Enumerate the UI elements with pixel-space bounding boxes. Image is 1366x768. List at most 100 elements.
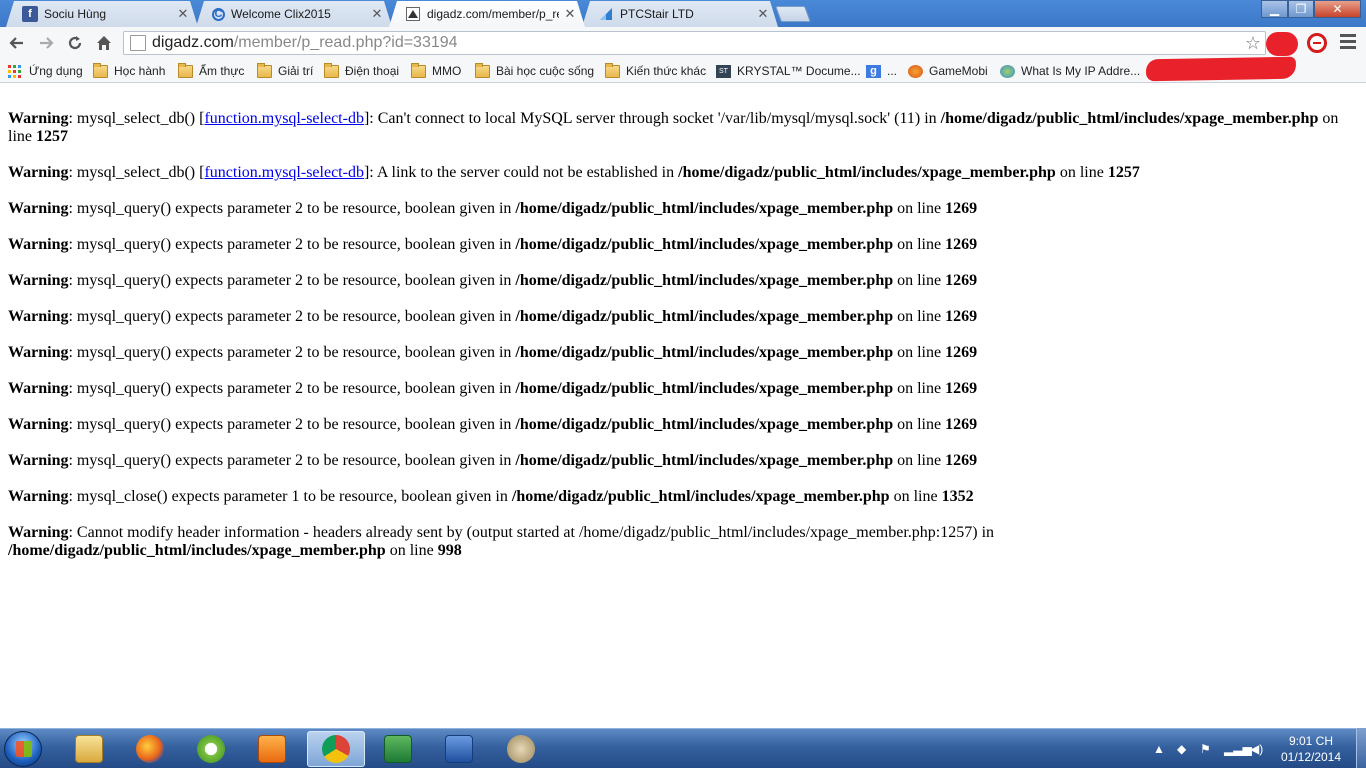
bookmark-gamemobi[interactable]: GameMobi bbox=[908, 62, 988, 80]
warning-line-number: 1269 bbox=[945, 344, 978, 361]
warning-line-number: 1269 bbox=[945, 380, 978, 397]
taskbar-chrome[interactable] bbox=[307, 731, 365, 767]
bookmark-folder-am-thuc[interactable]: Ẩm thực bbox=[178, 62, 244, 80]
bookmark-folder-mmo[interactable]: MMO bbox=[411, 62, 461, 80]
warning-file-path: /home/digadz/public_html/includes/xpage_… bbox=[515, 344, 894, 361]
php-warning: Warning: mysql_close() expects parameter… bbox=[8, 488, 1358, 506]
forward-button[interactable] bbox=[35, 32, 57, 54]
network-signal-icon[interactable]: ▂▃▅ bbox=[1224, 742, 1252, 756]
page-content: Warning: mysql_select_db() [function.mys… bbox=[8, 110, 1358, 578]
tab-sociu-hung[interactable]: f Sociu Hùng ✕ bbox=[6, 1, 198, 27]
start-button[interactable] bbox=[4, 731, 42, 767]
warning-label: Warning bbox=[8, 164, 69, 181]
taskbar-excel[interactable] bbox=[369, 731, 427, 767]
warning-line-number: 1269 bbox=[945, 452, 978, 469]
warning-message: : mysql_close() expects parameter 1 to b… bbox=[68, 488, 512, 505]
bookmark-folder-kien-thuc-khac[interactable]: Kiến thức khác bbox=[605, 62, 706, 80]
close-window-button[interactable]: ✕ bbox=[1314, 0, 1361, 18]
tab-close-icon[interactable]: ✕ bbox=[176, 6, 190, 22]
bookmark-krystal[interactable]: ST KRYSTAL™ Docume... bbox=[716, 62, 861, 80]
action-center-flag-icon[interactable]: ⚑ bbox=[1200, 742, 1211, 756]
warning-on-line: on line bbox=[893, 200, 946, 217]
function-doc-link[interactable]: function.mysql-select-db bbox=[204, 110, 364, 127]
volume-icon[interactable]: ◀) bbox=[1250, 742, 1263, 756]
folder-icon bbox=[475, 62, 490, 78]
taskbar-clock[interactable]: 9:01 CH 01/12/2014 bbox=[1278, 733, 1344, 765]
file-explorer-icon bbox=[75, 735, 103, 763]
taskbar-app[interactable] bbox=[492, 731, 550, 767]
coccoc-icon bbox=[197, 735, 225, 763]
bookmark-label: Kiến thức khác bbox=[626, 64, 707, 78]
taskbar-media-player[interactable] bbox=[243, 731, 301, 767]
warning-on-line: on line bbox=[889, 488, 942, 505]
back-button[interactable] bbox=[6, 32, 28, 54]
bookmark-apps[interactable]: Ứng dụng bbox=[8, 62, 83, 80]
tab-close-icon[interactable]: ✕ bbox=[756, 6, 770, 22]
folder-icon bbox=[411, 62, 426, 78]
redacted-extension-icon[interactable] bbox=[1266, 32, 1298, 56]
maximize-button[interactable]: ❐ bbox=[1288, 0, 1314, 18]
warning-label: Warning bbox=[8, 344, 69, 361]
bookmark-what-is-my-ip[interactable]: What Is My IP Addre... bbox=[1000, 62, 1140, 80]
bookmark-folder-giai-tri[interactable]: Giải trí bbox=[257, 62, 313, 80]
reload-button[interactable] bbox=[64, 32, 86, 54]
url-path: /member/p_read.php?id=33194 bbox=[233, 34, 458, 51]
tab-title: Sociu Hùng bbox=[44, 7, 107, 21]
block-extension-icon[interactable] bbox=[1307, 33, 1327, 53]
page-icon bbox=[130, 35, 146, 51]
warning-label: Warning bbox=[8, 236, 69, 253]
bookmark-google[interactable]: g ... bbox=[866, 62, 897, 80]
word-icon bbox=[445, 735, 473, 763]
taskbar-explorer[interactable] bbox=[60, 731, 118, 767]
address-bar[interactable]: digadz.com/member/p_read.php?id=33194 ☆ bbox=[123, 31, 1266, 55]
warning-on-line: on line bbox=[893, 416, 946, 433]
warning-on-line: on line bbox=[893, 380, 946, 397]
bookmark-folder-dien-thoai[interactable]: Điện thoại bbox=[324, 62, 399, 80]
tab-close-icon[interactable]: ✕ bbox=[563, 6, 577, 22]
php-warning: Warning: mysql_query() expects parameter… bbox=[8, 344, 1358, 362]
bookmark-folder-hoc-hanh[interactable]: Học hành bbox=[93, 62, 165, 80]
minimize-button[interactable]: ▁ bbox=[1261, 0, 1288, 18]
bookmark-label: Điện thoại bbox=[345, 64, 400, 78]
taskbar: ▲ ◆ ⚑ ▂▃▅ ◀) bbox=[0, 728, 1366, 768]
taskbar-coccoc[interactable] bbox=[182, 731, 240, 767]
folder-icon bbox=[178, 62, 193, 78]
warning-file-path: /home/digadz/public_html/includes/xpage_… bbox=[678, 164, 1056, 181]
gamemobi-icon bbox=[908, 64, 923, 78]
clix-icon: C bbox=[212, 8, 225, 21]
menu-icon[interactable] bbox=[1340, 34, 1356, 50]
tab-ptcstair[interactable]: PTCStair LTD ✕ bbox=[582, 1, 778, 27]
excel-icon bbox=[384, 735, 412, 763]
home-icon bbox=[97, 36, 111, 50]
app-icon bbox=[507, 735, 535, 763]
tab-strip: f Sociu Hùng ✕ C Welcome Clix2015 ✕ diga… bbox=[0, 0, 1366, 27]
warning-file-path: /home/digadz/public_html/includes/xpage_… bbox=[515, 308, 894, 325]
warning-file-path: /home/digadz/public_html/includes/xpage_… bbox=[8, 542, 386, 559]
chrome-icon bbox=[322, 735, 350, 763]
warning-line-number: 1269 bbox=[945, 200, 978, 217]
bookmark-star-icon[interactable]: ☆ bbox=[1245, 32, 1261, 54]
taskbar-word[interactable] bbox=[430, 731, 488, 767]
warning-message: : mysql_query() expects parameter 2 to b… bbox=[68, 452, 516, 469]
php-warning: Warning: mysql_query() expects parameter… bbox=[8, 308, 1358, 326]
home-button[interactable] bbox=[93, 32, 115, 54]
tab-close-icon[interactable]: ✕ bbox=[370, 6, 384, 22]
ptcstair-icon bbox=[598, 6, 614, 22]
tab-digadz[interactable]: digadz.com/member/p_re ✕ bbox=[389, 1, 585, 27]
php-warning: Warning: mysql_query() expects parameter… bbox=[8, 200, 1358, 218]
warning-file-path: /home/digadz/public_html/includes/xpage_… bbox=[515, 272, 894, 289]
clock-date: 01/12/2014 bbox=[1280, 750, 1342, 764]
function-doc-link[interactable]: function.mysql-select-db bbox=[204, 164, 364, 181]
dropbox-icon[interactable]: ◆ bbox=[1177, 742, 1186, 756]
show-desktop-button[interactable] bbox=[1356, 728, 1366, 768]
folder-icon bbox=[605, 62, 620, 78]
warning-file-path: /home/digadz/public_html/includes/xpage_… bbox=[511, 488, 890, 505]
taskbar-firefox[interactable] bbox=[121, 731, 179, 767]
show-hidden-icons-icon[interactable]: ▲ bbox=[1153, 742, 1165, 756]
new-tab-button[interactable] bbox=[775, 6, 811, 22]
bookmark-folder-bai-hoc-cuoc-song[interactable]: Bài học cuộc sống bbox=[475, 62, 594, 80]
warning-label: Warning bbox=[8, 416, 69, 433]
warning-label: Warning bbox=[8, 200, 69, 217]
bookmark-label: Ẩm thực bbox=[199, 64, 245, 78]
tab-welcome-clix2015[interactable]: C Welcome Clix2015 ✕ bbox=[196, 1, 392, 27]
